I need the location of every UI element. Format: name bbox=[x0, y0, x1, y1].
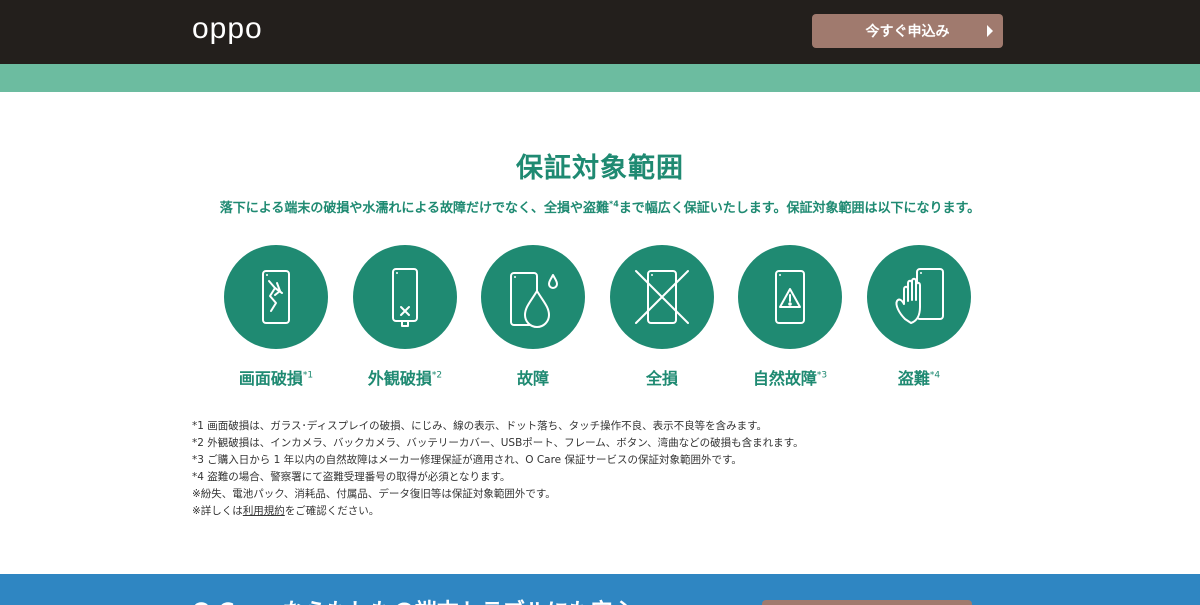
arrow-right-icon bbox=[987, 25, 993, 37]
coverage-label: 故障 bbox=[516, 369, 549, 388]
footnotes: *1 画面破損は、ガラス･ディスプレイの破損、にじみ、線の表示、ドット落ち、タッ… bbox=[192, 418, 1012, 520]
cracked-screen-icon bbox=[224, 245, 328, 349]
desc-text-1: 落下による端末の破損や水濡れによる故障だけでなく、全損や盗難 bbox=[219, 201, 610, 216]
terms-note-text: ※詳しくは bbox=[192, 505, 243, 517]
desc-footnote-ref: *4 bbox=[609, 199, 619, 209]
footnote: *1 画面破損は、ガラス･ディスプレイの破損、にじみ、線の表示、ドット落ち、タッ… bbox=[192, 420, 768, 432]
coverage-icons: 画面破損*1 外観破損*2 故障 全損 自然故障*3 盗難*4 bbox=[224, 245, 984, 388]
coverage-item-theft: 盗難*4 bbox=[867, 245, 971, 389]
apply-now-label: 今すぐ申込み bbox=[865, 24, 950, 40]
oppo-logo[interactable]: oppo bbox=[192, 12, 263, 46]
green-divider-band bbox=[0, 64, 1200, 92]
footnote-terms: ※詳しくは利用規約をご確認ください。 bbox=[192, 503, 1012, 520]
footnote: *4 盗難の場合、警察署にて盗難受理番号の取得が必須となります。 bbox=[192, 471, 511, 483]
damaged-exterior-icon bbox=[353, 245, 457, 349]
terms-note-text-end: をご確認ください。 bbox=[284, 505, 380, 517]
footnote: *3 ご購入日から 1 年以内の自然故障はメーカー修理保証が適用され、O Car… bbox=[192, 454, 742, 466]
coverage-item-malfunction: 故障 bbox=[481, 245, 585, 389]
footnote: ※紛失、電池パック、消耗品、付属品、データ復旧等は保証対象範囲外です。 bbox=[192, 488, 556, 500]
next-section-band: O Care ならもしもの端末トラブルにも安心 bbox=[0, 574, 1200, 605]
coverage-label: 盗難*4 bbox=[897, 369, 941, 388]
water-damage-icon bbox=[481, 245, 585, 349]
warning-phone-icon bbox=[738, 245, 842, 349]
coverage-item-screen-damage: 画面破損*1 bbox=[224, 245, 328, 389]
top-bar: oppo 今すぐ申込み bbox=[0, 0, 1200, 64]
footnote: *2 外観破損は、インカメラ、バックカメラ、バッテリーカバー、USBポート、フレ… bbox=[192, 437, 804, 449]
section-title: 保証対象範囲 bbox=[516, 153, 684, 184]
coverage-label: 全損 bbox=[645, 369, 678, 388]
coverage-label: 自然故障*3 bbox=[752, 369, 828, 388]
coverage-label: 外観破損*2 bbox=[367, 369, 443, 388]
coverage-item-natural-failure: 自然故障*3 bbox=[738, 245, 842, 389]
desc-text-2: まで幅広く保証いたします。保証対象範囲は以下になります。 bbox=[618, 201, 981, 216]
section-description: 落下による端末の破損や水濡れによる故障だけでなく、全損や盗難*4まで幅広く保証い… bbox=[0, 197, 1200, 216]
next-section-heading: O Care ならもしもの端末トラブルにも安心 bbox=[192, 594, 635, 605]
coverage-item-total-loss: 全損 bbox=[610, 245, 714, 389]
apply-now-button[interactable]: 今すぐ申込み bbox=[812, 14, 1003, 48]
terms-of-use-link[interactable]: 利用規約 bbox=[243, 505, 285, 517]
coverage-item-exterior-damage: 外観破損*2 bbox=[353, 245, 457, 389]
coverage-label: 画面破損*1 bbox=[238, 369, 314, 388]
theft-hand-icon bbox=[867, 245, 971, 349]
total-loss-icon bbox=[610, 245, 714, 349]
next-section-button[interactable] bbox=[762, 600, 972, 605]
